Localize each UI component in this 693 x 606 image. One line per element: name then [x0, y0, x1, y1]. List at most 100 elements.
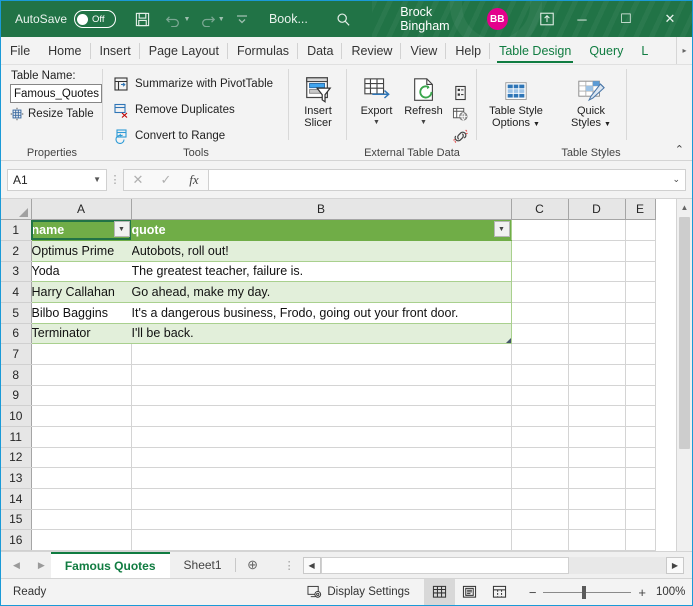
cell-b13[interactable] — [131, 467, 512, 489]
cell-d13[interactable] — [568, 467, 626, 489]
cell-c14[interactable] — [511, 488, 569, 510]
cell-e3[interactable] — [625, 261, 656, 283]
open-in-browser-icon[interactable] — [449, 105, 471, 125]
row-header-10[interactable]: 10 — [1, 405, 32, 427]
minimize-button[interactable]: ─ — [560, 1, 604, 37]
table-resize-handle[interactable] — [504, 337, 510, 343]
cell-a5[interactable]: Bilbo Baggins — [30, 302, 132, 324]
quick-styles-caret[interactable]: ▼ — [604, 121, 611, 128]
cell-c10[interactable] — [511, 405, 569, 427]
filter-button-name[interactable]: ▼ — [113, 221, 130, 238]
cell-c6[interactable] — [511, 323, 569, 345]
row-header-6[interactable]: 6 — [1, 323, 32, 345]
cell-e15[interactable] — [625, 509, 656, 531]
cell-a8[interactable] — [31, 364, 132, 386]
cell-b4[interactable]: Go ahead, make my day. — [131, 281, 512, 303]
cell-a10[interactable] — [31, 405, 132, 427]
cell-a9[interactable] — [31, 385, 132, 407]
tab-overflow-partial[interactable]: L — [632, 38, 648, 64]
horizontal-scroll-thumb[interactable] — [320, 556, 570, 574]
row-header-9[interactable]: 9 — [1, 385, 32, 407]
cell-b2[interactable]: Autobots, roll out! — [131, 240, 512, 262]
name-box[interactable]: A1 ▼ — [7, 168, 107, 191]
cell-a15[interactable] — [31, 509, 132, 531]
cell-b10[interactable] — [131, 405, 512, 427]
cell-c5[interactable] — [511, 302, 569, 324]
export-dropdown-caret[interactable]: ▼ — [373, 117, 380, 129]
cell-a4[interactable]: Harry Callahan — [30, 281, 132, 303]
row-header-15[interactable]: 15 — [1, 509, 32, 531]
tab-data[interactable]: Data — [298, 38, 343, 64]
cell-c4[interactable] — [511, 281, 569, 303]
summarize-with-pivottable-button[interactable]: Summarize with PivotTable — [109, 71, 283, 97]
cell-e7[interactable] — [625, 343, 656, 365]
column-header-d[interactable]: D — [568, 199, 626, 221]
row-header-1[interactable]: 1 — [1, 219, 32, 241]
tab-formulas[interactable]: Formulas — [228, 38, 299, 64]
ribbon-display-options-icon[interactable] — [534, 5, 560, 33]
next-sheet-icon[interactable]: ▶ — [38, 560, 45, 571]
tab-page-layout[interactable]: Page Layout — [140, 38, 229, 64]
row-header-13[interactable]: 13 — [1, 467, 32, 489]
cell-d6[interactable] — [568, 323, 626, 345]
filter-button-quote[interactable]: ▼ — [493, 221, 510, 238]
sheet-bar-split-handle[interactable]: ⋮ — [276, 552, 303, 578]
horizontal-scroll-track[interactable] — [320, 556, 666, 574]
row-header-8[interactable]: 8 — [1, 364, 32, 386]
page-layout-view-icon[interactable] — [455, 579, 485, 605]
cell-a7[interactable] — [31, 343, 132, 365]
tab-file[interactable]: File — [1, 38, 39, 64]
cell-d3[interactable] — [568, 261, 626, 283]
cell-e14[interactable] — [625, 488, 656, 510]
cell-d15[interactable] — [568, 509, 626, 531]
sheet-tab-famous-quotes[interactable]: Famous Quotes — [50, 552, 170, 578]
column-header-c[interactable]: C — [511, 199, 569, 221]
cell-e1[interactable] — [625, 219, 656, 241]
tab-view[interactable]: View — [401, 38, 447, 64]
cell-d8[interactable] — [568, 364, 626, 386]
cell-b14[interactable] — [131, 488, 512, 510]
cell-a3[interactable]: Yoda — [30, 261, 132, 283]
page-break-preview-icon[interactable] — [485, 579, 515, 605]
column-header-a[interactable]: A — [31, 199, 132, 221]
cell-e13[interactable] — [625, 467, 656, 489]
cell-b16[interactable] — [131, 529, 512, 551]
cell-b7[interactable] — [131, 343, 512, 365]
vertical-scroll-thumb[interactable] — [679, 217, 690, 449]
cell-e8[interactable] — [625, 364, 656, 386]
scroll-left-icon[interactable]: ◀ — [302, 556, 321, 574]
cell-d7[interactable] — [568, 343, 626, 365]
cell-d2[interactable] — [568, 240, 626, 262]
cell-b1[interactable]: quote ▼ — [131, 219, 512, 241]
cell-d14[interactable] — [568, 488, 626, 510]
add-sheet-icon[interactable]: ⊕ — [236, 552, 270, 578]
cell-c15[interactable] — [511, 509, 569, 531]
tab-scroll-right-icon[interactable]: ▸ — [676, 37, 692, 64]
tab-help[interactable]: Help — [446, 38, 490, 64]
document-title[interactable]: Book... — [269, 12, 308, 26]
search-icon[interactable] — [330, 5, 356, 33]
cell-b11[interactable] — [131, 426, 512, 448]
row-header-2[interactable]: 2 — [1, 240, 32, 262]
undo-dropdown-caret[interactable]: ▼ — [183, 16, 190, 23]
cell-a6[interactable]: Terminator — [30, 323, 132, 345]
cell-a13[interactable] — [31, 467, 132, 489]
cell-c1[interactable] — [511, 219, 569, 241]
scroll-right-icon[interactable]: ▶ — [666, 556, 684, 574]
table-style-options-caret[interactable]: ▼ — [533, 121, 540, 128]
insert-slicer-button[interactable]: Insert Slicer — [295, 69, 341, 160]
row-header-12[interactable]: 12 — [1, 447, 32, 469]
cell-c8[interactable] — [511, 364, 569, 386]
tab-query[interactable]: Query — [580, 38, 632, 64]
cell-a16[interactable] — [31, 529, 132, 551]
cell-c13[interactable] — [511, 467, 569, 489]
cell-c2[interactable] — [511, 240, 569, 262]
previous-sheet-icon[interactable]: ◀ — [13, 560, 20, 571]
cell-c12[interactable] — [511, 447, 569, 469]
cell-a1[interactable]: name ▼ — [30, 219, 132, 241]
cell-d12[interactable] — [568, 447, 626, 469]
zoom-slider-track[interactable] — [543, 585, 632, 599]
cell-c3[interactable] — [511, 261, 569, 283]
tab-table-design[interactable]: Table Design — [490, 38, 580, 64]
zoom-out-button[interactable]: − — [529, 585, 537, 600]
